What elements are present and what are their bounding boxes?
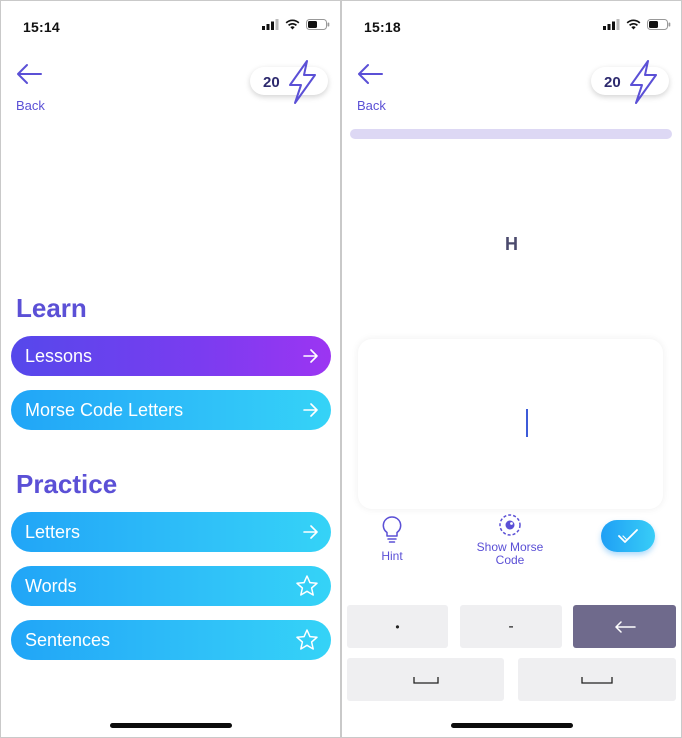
words-button[interactable]: Words: [11, 566, 331, 606]
sentences-button[interactable]: Sentences: [11, 620, 331, 660]
morse-code-letters-button[interactable]: Morse Code Letters: [11, 390, 331, 430]
home-indicator[interactable]: [109, 723, 232, 728]
words-label: Words: [25, 575, 77, 596]
back-label: Back: [357, 98, 386, 113]
cellular-signal-icon: [262, 19, 279, 30]
dash-key-label: -: [508, 617, 514, 635]
arrow-right-icon: [303, 403, 318, 417]
word-space-key[interactable]: [518, 658, 676, 701]
status-bar: 15:14: [1, 1, 340, 47]
arrow-right-icon: [303, 525, 318, 539]
home-indicator[interactable]: [450, 723, 573, 728]
energy-badge: 20: [250, 60, 328, 104]
practice-screen: 15:18 Back 20 H Hint Show Morse Code • -: [342, 1, 681, 737]
back-button[interactable]: Back: [356, 63, 406, 115]
practice-title: Practice: [16, 469, 118, 499]
wide-space-bracket-icon: [581, 676, 613, 684]
hint-label: Hint: [381, 549, 403, 563]
hint-button[interactable]: Hint: [372, 515, 412, 563]
backspace-key[interactable]: [573, 605, 676, 648]
lightning-bolt-icon: [289, 60, 316, 104]
submit-check-button[interactable]: [601, 520, 655, 552]
energy-count: 20: [604, 74, 621, 91]
answer-box[interactable]: [358, 339, 663, 509]
space-bracket-icon: [412, 676, 439, 684]
arrow-right-icon: [303, 349, 318, 363]
arrow-left-icon: [358, 64, 383, 84]
letter-space-key[interactable]: [347, 658, 504, 701]
dot-key[interactable]: •: [347, 605, 448, 648]
star-icon: [296, 629, 318, 650]
show-morse-code-button[interactable]: Show Morse Code: [470, 513, 550, 567]
cellular-signal-icon: [603, 19, 620, 30]
lessons-button[interactable]: Lessons: [11, 336, 331, 376]
star-icon: [296, 575, 318, 596]
backspace-arrow-icon: [614, 620, 636, 633]
arrow-left-icon: [17, 64, 42, 84]
show-morse-label-line-2: Code: [495, 553, 525, 567]
morse-code-letters-label: Morse Code Letters: [25, 399, 184, 420]
home-screen: 15:14 Back 20 Learn Lessons Morse Code L…: [1, 1, 340, 737]
lesson-progress-bar: [350, 129, 672, 139]
show-morse-label-line-1: Show Morse: [476, 540, 544, 554]
prompt-letter: H: [505, 234, 518, 254]
battery-icon: [306, 19, 330, 30]
status-icons: [262, 19, 330, 30]
lightning-bolt-icon: [630, 60, 657, 104]
eye-icon: [499, 514, 521, 536]
status-time: 15:18: [364, 19, 401, 35]
back-label: Back: [16, 98, 45, 113]
letters-button[interactable]: Letters: [11, 512, 331, 552]
sentences-label: Sentences: [25, 629, 111, 650]
status-bar: 15:18: [342, 1, 681, 47]
back-button[interactable]: Back: [15, 63, 65, 115]
wifi-icon: [626, 19, 641, 30]
status-icons: [603, 19, 671, 30]
checkmark-icon: [618, 529, 638, 543]
dot-key-label: •: [395, 619, 400, 634]
dash-key[interactable]: -: [460, 605, 562, 648]
status-time: 15:14: [23, 19, 60, 35]
battery-icon: [647, 19, 671, 30]
letters-label: Letters: [25, 521, 81, 542]
morse-answer-input[interactable]: [358, 339, 663, 509]
lessons-label: Lessons: [25, 345, 93, 366]
wifi-icon: [285, 19, 300, 30]
text-caret: [526, 409, 528, 437]
learn-title: Learn: [16, 293, 87, 323]
lightbulb-icon: [382, 516, 402, 543]
energy-count: 20: [263, 74, 280, 91]
energy-badge: 20: [591, 60, 669, 104]
